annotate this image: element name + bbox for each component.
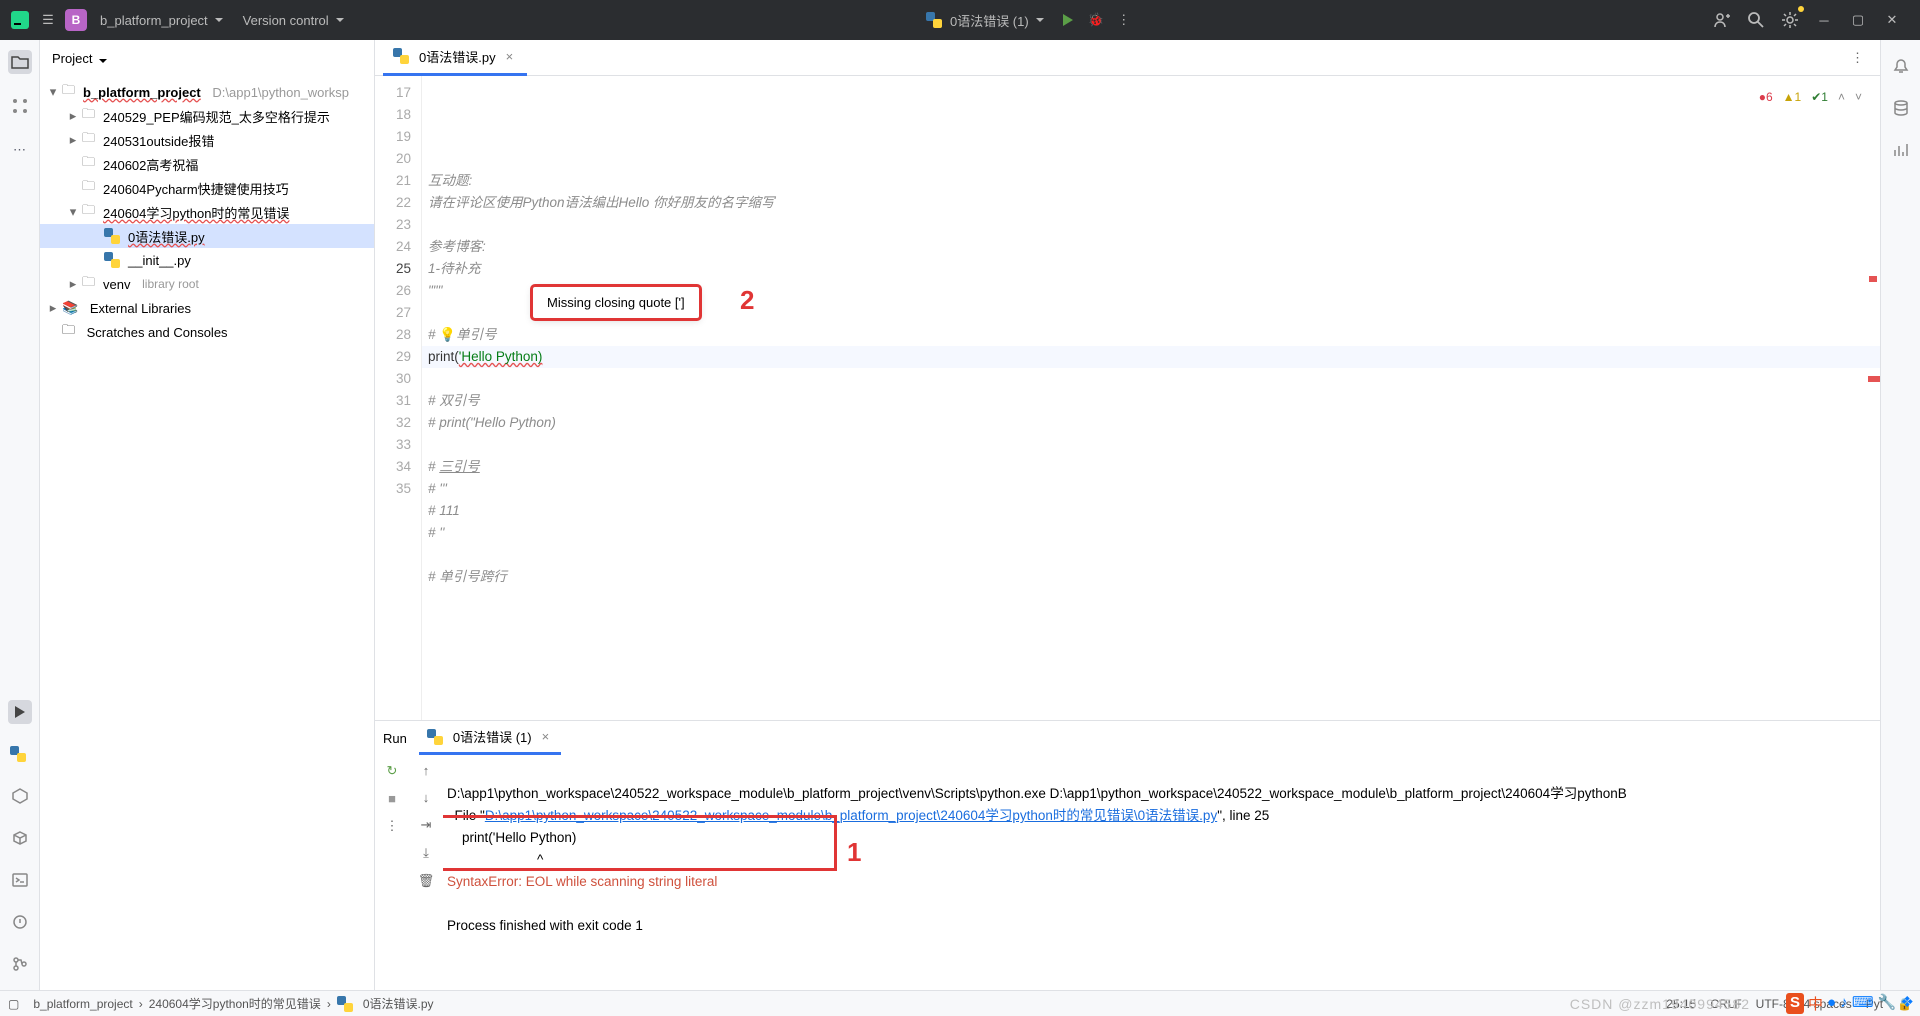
tree-external[interactable]: 📚 External Libraries bbox=[40, 296, 374, 320]
error-tooltip: Missing closing quote ['] bbox=[532, 286, 700, 319]
python-console-icon[interactable] bbox=[8, 742, 32, 766]
encoding[interactable]: UTF-8 bbox=[1756, 997, 1790, 1011]
python-icon bbox=[393, 48, 409, 64]
os-tray: S 中● ♪ ⌨ 🔧 ❖ bbox=[1786, 993, 1914, 1014]
vcs-icon[interactable] bbox=[8, 952, 32, 976]
annotation-box-1 bbox=[443, 815, 837, 871]
run-panel: Run 0语法错误 (1)× ↻ ■ ⋮ ↑ ↓ ⇥ ⤓ 🗑 bbox=[375, 720, 1880, 990]
structure-tool-icon[interactable] bbox=[8, 94, 32, 118]
statusbar: ▢ b_platform_project›240604学习python时的常见错… bbox=[0, 990, 1920, 1016]
breadcrumb-toggle[interactable]: ▢ bbox=[8, 997, 19, 1011]
python-icon bbox=[104, 252, 120, 268]
vcs-dropdown[interactable]: Version control bbox=[235, 13, 352, 28]
console-cmd: D:\app1\python_workspace\240522_workspac… bbox=[447, 786, 1627, 801]
run-nav-toolbar: ↑ ↓ ⇥ ⤓ 🗑 bbox=[409, 755, 443, 990]
stop-icon[interactable]: ■ bbox=[388, 791, 396, 806]
breadcrumb[interactable]: b_platform_project›240604学习python时的常见错误›… bbox=[33, 995, 433, 1012]
app-icon[interactable] bbox=[8, 8, 32, 32]
up-icon[interactable]: ↑ bbox=[423, 763, 430, 778]
python-icon bbox=[926, 12, 942, 28]
tree-scratches[interactable]: 🗀 Scratches and Consoles bbox=[40, 320, 374, 344]
annotation-2: 2 bbox=[740, 285, 754, 316]
more-icon[interactable]: ⋮ bbox=[1112, 8, 1136, 32]
close-icon[interactable]: ✕ bbox=[1880, 8, 1904, 32]
packages-icon[interactable] bbox=[8, 826, 32, 850]
error-stripe[interactable] bbox=[1868, 76, 1880, 720]
project-sidebar: Project 🗀b_platform_project D:\app1\pyth… bbox=[40, 40, 375, 990]
editor-tabs: 0语法错误.py× ⋮ bbox=[375, 40, 1880, 76]
run-config-dropdown[interactable]: 0语法错误 (1) bbox=[918, 11, 1052, 30]
line-sep[interactable]: CRLF bbox=[1710, 997, 1741, 1011]
search-icon[interactable] bbox=[1744, 8, 1768, 32]
more-icon[interactable]: ⋮ bbox=[386, 818, 399, 834]
project-tool-icon[interactable] bbox=[8, 50, 32, 74]
tree-folder[interactable]: 🗀venv library root bbox=[40, 272, 374, 296]
titlebar: ☰ B b_platform_project Version control 0… bbox=[0, 0, 1920, 40]
debug-button[interactable]: 🐞 bbox=[1084, 8, 1108, 32]
tab-menu-icon[interactable]: ⋮ bbox=[1835, 50, 1880, 66]
services-icon[interactable] bbox=[8, 784, 32, 808]
add-user-icon[interactable] bbox=[1710, 8, 1734, 32]
trash-icon[interactable]: 🗑 bbox=[418, 873, 435, 889]
run-toolbar: ↻ ■ ⋮ bbox=[375, 755, 409, 990]
rerun-icon[interactable]: ↻ bbox=[387, 763, 398, 779]
project-badge[interactable]: B bbox=[64, 8, 88, 32]
tree-root[interactable]: 🗀b_platform_project D:\app1\python_works… bbox=[40, 80, 374, 104]
error-count: ●6 bbox=[1759, 86, 1773, 108]
tree-file[interactable]: __init__.py bbox=[40, 248, 374, 272]
run-button[interactable] bbox=[1056, 8, 1080, 32]
tree-folder[interactable]: 🗀240531outside报错 bbox=[40, 128, 374, 152]
settings-icon[interactable] bbox=[1778, 8, 1802, 32]
warning-count: ▲1 bbox=[1783, 86, 1802, 108]
left-tool-strip: ⋯ bbox=[0, 40, 40, 990]
minimize-icon[interactable]: ─ bbox=[1812, 8, 1836, 32]
tab-close-icon[interactable]: × bbox=[502, 49, 518, 64]
line-gutter: 17181920212223242526272829303132333435 bbox=[375, 76, 421, 720]
run-label: Run bbox=[383, 731, 407, 746]
python-icon bbox=[337, 996, 353, 1012]
annotation-1: 1 bbox=[847, 841, 861, 863]
console-error: SyntaxError: EOL while scanning string l… bbox=[447, 874, 717, 889]
tree-folder[interactable]: 🗀240602高考祝福 bbox=[40, 152, 374, 176]
hamburger-icon[interactable]: ☰ bbox=[36, 8, 60, 32]
project-dropdown[interactable]: b_platform_project bbox=[92, 13, 231, 28]
editor-area: 0语法错误.py× ⋮ 1718192021222324252627282930… bbox=[375, 40, 1880, 990]
maximize-icon[interactable]: ▢ bbox=[1846, 8, 1870, 32]
console-output[interactable]: D:\app1\python_workspace\240522_workspac… bbox=[443, 755, 1880, 990]
python-icon bbox=[104, 228, 120, 244]
console-exit: Process finished with exit code 1 bbox=[447, 918, 643, 933]
terminal-icon[interactable] bbox=[8, 868, 32, 892]
tab-close-icon[interactable]: × bbox=[538, 729, 554, 744]
tree-folder[interactable]: 🗀240529_PEP编码规范_太多空格行提示 bbox=[40, 104, 374, 128]
tree-folder-open[interactable]: 🗀240604学习python时的常见错误 bbox=[40, 200, 374, 224]
python-icon bbox=[427, 729, 443, 745]
down-icon[interactable]: ↓ bbox=[423, 790, 430, 805]
run-tool-icon[interactable] bbox=[8, 700, 32, 724]
sidebar-title[interactable]: Project bbox=[40, 40, 374, 76]
notifications-icon[interactable] bbox=[1889, 54, 1913, 78]
tree-file-selected[interactable]: 0语法错误.py bbox=[40, 224, 374, 248]
inspection-summary[interactable]: ●6 ▲1 ✔1 ˄˅ bbox=[1755, 84, 1866, 110]
caret-position[interactable]: 25:15 bbox=[1666, 997, 1696, 1011]
run-tab[interactable]: 0语法错误 (1)× bbox=[419, 721, 561, 755]
check-count: ✔1 bbox=[1811, 86, 1828, 108]
code-editor[interactable]: 17181920212223242526272829303132333435 ●… bbox=[375, 76, 1880, 720]
right-tool-strip bbox=[1880, 40, 1920, 990]
more-tools-icon[interactable]: ⋯ bbox=[8, 138, 32, 162]
ime-icon[interactable]: S bbox=[1786, 993, 1804, 1014]
project-tree[interactable]: 🗀b_platform_project D:\app1\python_works… bbox=[40, 76, 374, 990]
editor-tab[interactable]: 0语法错误.py× bbox=[383, 40, 527, 76]
wrap-icon[interactable]: ⇥ bbox=[421, 817, 432, 833]
problems-icon[interactable] bbox=[8, 910, 32, 934]
scroll-icon[interactable]: ⤓ bbox=[423, 845, 429, 861]
tree-folder[interactable]: 🗀240604Pycharm快捷键使用技巧 bbox=[40, 176, 374, 200]
